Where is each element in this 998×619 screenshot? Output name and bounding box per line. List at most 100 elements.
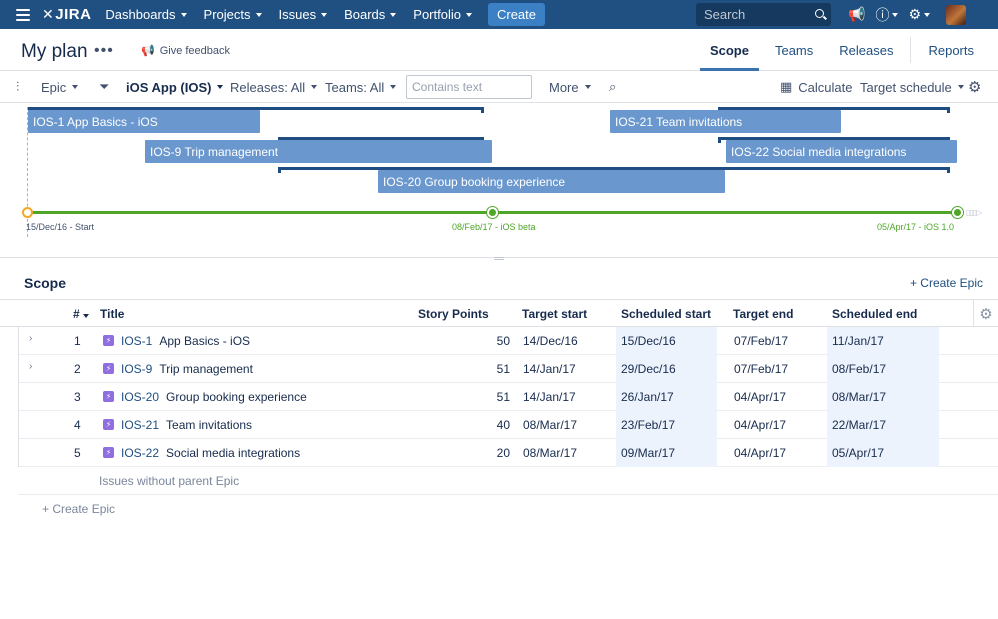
chevron-down-icon — [390, 12, 397, 17]
milestone-ios-1-0[interactable] — [952, 207, 963, 218]
milestone-label: 08/Feb/17 - iOS beta — [452, 222, 536, 232]
milestone-label: 05/Apr/17 - iOS 1.0 — [877, 222, 955, 232]
story-points: 50 — [496, 334, 510, 348]
menu-icon[interactable] — [16, 8, 30, 21]
story-points: 20 — [496, 446, 510, 460]
target-start[interactable]: 08/Mar/17 — [523, 418, 577, 432]
nav-boards[interactable]: Boards — [344, 7, 397, 22]
tab-scope[interactable]: Scope — [699, 29, 759, 71]
settings-gear-icon[interactable]: ⚙ — [968, 71, 981, 103]
col-target-start[interactable]: Target start — [522, 307, 587, 321]
releases-filter[interactable]: Releases: All — [230, 71, 318, 103]
timeline-bar[interactable]: IOS-20 Group booking experience — [378, 170, 725, 193]
more-actions-button[interactable]: ••• — [94, 42, 114, 60]
scheduled-end: 11/Jan/17 — [832, 334, 884, 348]
nav-portfolio[interactable]: Portfolio — [413, 7, 472, 22]
row-number: 2 — [74, 362, 81, 376]
scope-title: Scope — [24, 275, 67, 291]
search-icon[interactable]: ⌕ — [609, 71, 616, 103]
timeline-bar[interactable]: IOS-9 Trip management — [145, 140, 492, 163]
table-row[interactable]: 3 ⚡ IOS-20 Group booking experience 51 1… — [18, 383, 998, 411]
target-end[interactable]: 07/Feb/17 — [734, 362, 788, 376]
milestone-ios-beta[interactable] — [487, 207, 498, 218]
chevron-down-icon — [311, 85, 318, 89]
resize-handle[interactable] — [494, 257, 504, 260]
expand-chevron-icon[interactable]: › — [29, 333, 32, 344]
jira-logo[interactable]: ✕ JIRA — [42, 6, 91, 23]
target-start[interactable]: 14/Jan/17 — [523, 390, 576, 404]
table-header: # Title Story Points Target start Schedu… — [0, 299, 998, 327]
col-number[interactable]: # — [73, 307, 90, 321]
issue-key[interactable]: IOS-22 — [121, 446, 159, 460]
search-icon — [815, 9, 824, 18]
col-story-points[interactable]: Story Points — [418, 307, 489, 321]
nav-dashboards[interactable]: Dashboards — [105, 7, 187, 22]
no-parent-group[interactable]: Issues without parent Epic — [18, 467, 998, 495]
col-scheduled-start[interactable]: Scheduled start — [621, 307, 711, 321]
table-row[interactable]: 5 ⚡ IOS-22 Social media integrations 20 … — [18, 439, 998, 467]
chevron-down-icon — [957, 85, 964, 89]
help-icon[interactable]: ⓘ — [875, 5, 899, 25]
table-row[interactable]: › 2 ⚡ IOS-9 Trip management 51 14/Jan/17… — [18, 355, 998, 383]
row-number: 5 — [74, 446, 81, 460]
expand-chevron-icon[interactable]: › — [29, 361, 32, 372]
issue-key[interactable]: IOS-1 — [121, 334, 152, 348]
top-navigation: ✕ JIRA Dashboards Projects Issues Boards … — [0, 0, 998, 29]
table-row[interactable]: › 1 ⚡ IOS-1 App Basics - iOS 50 14/Dec/1… — [18, 327, 998, 355]
target-end[interactable]: 04/Apr/17 — [734, 446, 786, 460]
plan-header: My plan ••• 📢 Give feedback Scope Teams R… — [0, 29, 998, 71]
more-filters-button[interactable]: More — [549, 71, 591, 103]
table-row[interactable]: 4 ⚡ IOS-21 Team invitations 40 08/Mar/17… — [18, 411, 998, 439]
issue-key[interactable]: IOS-9 — [121, 362, 152, 376]
nav-projects[interactable]: Projects — [204, 7, 262, 22]
scope-header: Scope + Create Epic — [0, 268, 998, 300]
hierarchy-select[interactable]: Epic — [41, 71, 79, 103]
give-feedback-link[interactable]: 📢 Give feedback — [141, 44, 230, 58]
target-end[interactable]: 07/Feb/17 — [734, 334, 788, 348]
timeline-scroll-icon[interactable]: ▯▯▯▷ — [966, 208, 982, 217]
issue-key[interactable]: IOS-21 — [121, 418, 159, 432]
sort-icon — [83, 314, 90, 318]
chevron-down-icon — [217, 85, 224, 89]
chevron-down-icon — [892, 12, 899, 17]
search-input[interactable]: Search — [696, 3, 831, 26]
jira-mark-icon: ✕ — [42, 6, 55, 22]
hierarchy-icon[interactable]: ⫶ — [16, 71, 19, 103]
create-epic-link[interactable]: + Create Epic — [910, 276, 983, 290]
calculate-button[interactable]: ▦ Calculate — [780, 71, 853, 103]
create-epic-bottom-link[interactable]: + Create Epic — [42, 502, 115, 516]
plan-toolbar: ⫶ Epic ⏷ iOS App (IOS) Releases: All Tea… — [0, 71, 998, 103]
timeline-bar[interactable]: IOS-21 Team invitations — [610, 110, 841, 133]
timeline-bar[interactable]: IOS-22 Social media integrations — [726, 140, 957, 163]
timeline-bar[interactable]: IOS-1 App Basics - iOS — [28, 110, 260, 133]
create-button[interactable]: Create — [487, 3, 546, 26]
target-start[interactable]: 14/Dec/16 — [523, 334, 578, 348]
header-actions: 📢 ⓘ ⚙ — [848, 0, 966, 29]
issue-key[interactable]: IOS-20 — [121, 390, 159, 404]
tab-releases[interactable]: Releases — [829, 29, 903, 71]
target-start[interactable]: 14/Jan/17 — [523, 362, 576, 376]
col-target-end[interactable]: Target end — [733, 307, 793, 321]
schedule-select[interactable]: Target schedule — [860, 71, 964, 103]
scheduled-start: 23/Feb/17 — [621, 418, 676, 432]
nav-issues[interactable]: Issues — [279, 7, 328, 22]
target-start[interactable]: 08/Mar/17 — [523, 446, 577, 460]
target-end[interactable]: 04/Apr/17 — [734, 418, 786, 432]
col-scheduled-end[interactable]: Scheduled end — [832, 307, 917, 321]
filter-icon[interactable]: ⏷ — [99, 71, 109, 103]
column-settings-gear-icon[interactable]: ⚙ — [973, 300, 998, 327]
epic-icon: ⚡ — [103, 391, 114, 402]
text-filter-input[interactable]: Contains text — [406, 75, 532, 99]
story-points: 51 — [496, 390, 510, 404]
gear-icon[interactable]: ⚙ — [908, 6, 930, 23]
megaphone-icon[interactable]: 📢 — [848, 6, 865, 23]
plan-tabs: Scope Teams Releases Reports — [699, 29, 998, 71]
milestone-start[interactable] — [22, 207, 33, 218]
project-select[interactable]: iOS App (IOS) — [126, 71, 224, 103]
tab-teams[interactable]: Teams — [765, 29, 823, 71]
target-end[interactable]: 04/Apr/17 — [734, 390, 786, 404]
tab-reports[interactable]: Reports — [918, 29, 998, 71]
avatar[interactable] — [946, 4, 966, 25]
teams-filter[interactable]: Teams: All — [325, 71, 397, 103]
col-title[interactable]: Title — [100, 307, 124, 321]
